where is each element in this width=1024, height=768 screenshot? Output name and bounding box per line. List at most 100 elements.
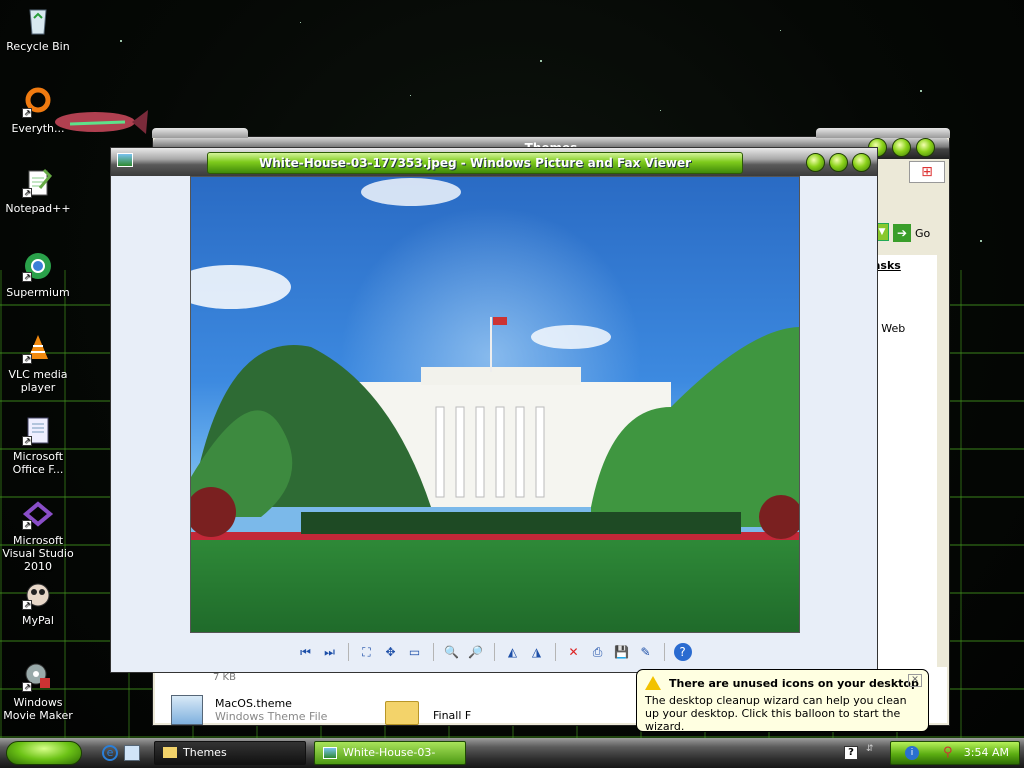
toolbar-separator xyxy=(432,643,434,661)
fish-decoration xyxy=(50,102,150,140)
rotate-counterclockwise-icon: ◮ xyxy=(531,645,542,659)
desktop-icon-label: Supermium xyxy=(6,286,70,299)
taskbar-item-label: White-House-03-177... xyxy=(343,746,436,759)
folder-icon xyxy=(385,701,419,725)
toolbar-separator xyxy=(347,643,349,661)
clock[interactable]: 3:54 AM xyxy=(964,746,1009,759)
go-button[interactable]: ➔ Go xyxy=(893,223,939,243)
viewer-title-bar[interactable]: White-House-03-177353.jpeg - Windows Pic… xyxy=(111,148,877,176)
print-icon: ⎙ xyxy=(592,644,603,659)
supermium-browser-icon: ↗ xyxy=(22,250,54,282)
taskbar: e Themes White-House-03-177... ? ⇵ i ⚲ 3… xyxy=(0,738,1024,768)
balloon-body: The desktop cleanup wizard can help you … xyxy=(645,694,907,733)
taskbar-item-themes[interactable]: Themes xyxy=(154,741,306,765)
viewer-close-button[interactable] xyxy=(852,153,871,172)
print-button[interactable]: ⎙ xyxy=(589,643,607,661)
best-fit-button[interactable]: ⛶ xyxy=(358,643,376,661)
desktop-icon-supermium[interactable]: ↗ Supermium xyxy=(2,250,74,299)
save-button[interactable]: 💾 xyxy=(613,643,631,661)
desktop-icon-label: Windows Movie Maker xyxy=(3,696,73,722)
visual-studio-icon: ↗ xyxy=(22,498,54,530)
file-name: Finall F xyxy=(433,709,472,722)
save-icon: 💾 xyxy=(614,645,629,659)
theme-file-icon xyxy=(171,695,203,725)
go-label: Go xyxy=(915,226,931,240)
folder-icon xyxy=(163,747,177,758)
recycle-bin-icon xyxy=(22,4,54,36)
actual-size-button[interactable]: ✥ xyxy=(382,643,400,661)
desktop-icon-office-file[interactable]: ↗ Microsoft Office F... xyxy=(2,414,74,476)
notepad-plus-plus-icon: ↗ xyxy=(22,166,54,198)
help-icon: ? xyxy=(679,645,686,659)
go-arrow-icon: ➔ xyxy=(893,224,911,242)
desktop-icon-label: Notepad++ xyxy=(5,202,71,215)
search-tray-icon[interactable]: ⚲ xyxy=(943,745,953,760)
balloon-close-button[interactable]: ✕ xyxy=(908,674,922,687)
rotate-counterclockwise-button[interactable]: ◮ xyxy=(528,643,546,661)
file-size-fragment: 7 KB xyxy=(213,672,236,683)
white-house-photo xyxy=(190,176,800,633)
themes-close-button[interactable] xyxy=(916,138,935,157)
desktop-icon-label: Recycle Bin xyxy=(6,40,70,53)
delete-icon: ✕ xyxy=(568,645,579,659)
viewer-minimize-button[interactable] xyxy=(806,153,825,172)
desktop-icon-vlc[interactable]: ↗ VLC media player xyxy=(2,332,74,394)
best-fit-icon: ⛶ xyxy=(362,644,371,659)
info-tray-icon[interactable]: i xyxy=(905,746,919,760)
next-image-button[interactable]: ⏭ xyxy=(321,643,339,661)
edit-icon: ✎ xyxy=(640,645,651,659)
desktop-icon-recycle-bin[interactable]: Recycle Bin xyxy=(2,4,74,53)
zoom-in-icon: 🔍 xyxy=(444,645,459,659)
desktop-icon-label: MyPal xyxy=(22,614,54,627)
slideshow-button[interactable]: ▭ xyxy=(406,643,424,661)
viewer-toolbar: ⏮ ⏭ ⛶ ✥ ▭ 🔍 🔎 ◭ ◮ ✕ ⎙ 💾 ✎? xyxy=(111,638,877,666)
themes-title-tab-right xyxy=(816,128,950,138)
rotate-clockwise-icon: ◭ xyxy=(507,645,518,659)
file-item-macos-theme[interactable]: MacOS.theme Windows Theme File xyxy=(171,695,371,727)
warning-icon xyxy=(645,676,661,690)
zoom-out-icon: 🔎 xyxy=(468,645,483,659)
edit-button[interactable]: ✎ xyxy=(637,643,655,661)
themes-maximize-button[interactable] xyxy=(892,138,911,157)
movie-maker-icon: ↗ xyxy=(22,660,54,692)
previous-icon: ⏮ xyxy=(300,644,311,659)
file-name: MacOS.theme xyxy=(215,697,292,710)
toolbar-separator xyxy=(493,643,495,661)
delete-button[interactable]: ✕ xyxy=(565,643,583,661)
themes-title-tab-left xyxy=(152,128,248,138)
vlc-cone-icon: ↗ xyxy=(22,332,54,364)
zoom-in-button[interactable]: 🔍 xyxy=(443,643,461,661)
start-button[interactable] xyxy=(6,741,82,765)
ie-quicklaunch-icon[interactable]: e xyxy=(102,745,118,761)
cleanup-balloon[interactable]: There are unused icons on your desktop T… xyxy=(636,669,929,733)
office-file-icon: ↗ xyxy=(22,414,54,446)
desktop-icon-label: Microsoft Office F... xyxy=(12,450,64,476)
viewer-maximize-button[interactable] xyxy=(829,153,848,172)
picture-viewer-window[interactable]: White-House-03-177353.jpeg - Windows Pic… xyxy=(110,147,878,673)
xp-logo-icon: ⊞ xyxy=(909,161,945,183)
desktop-icon-label: Microsoft Visual Studio 2010 xyxy=(2,534,74,573)
actual-size-icon: ✥ xyxy=(385,645,396,659)
desktop-icon-visual-studio[interactable]: ↗ Microsoft Visual Studio 2010 xyxy=(2,498,74,573)
toolbar-separator xyxy=(663,643,665,661)
help-tray-icon[interactable]: ? xyxy=(844,746,858,760)
mypal-browser-icon: ↗ xyxy=(22,578,54,610)
desktop-icon-mypal[interactable]: ↗ MyPal xyxy=(2,578,74,627)
viewer-window-title: White-House-03-177353.jpeg - Windows Pic… xyxy=(207,152,743,174)
taskbar-item-label: Themes xyxy=(183,746,227,759)
help-button[interactable]: ? xyxy=(673,643,692,661)
file-type: Windows Theme File xyxy=(215,710,328,723)
system-tray: i ⚲ 3:54 AM xyxy=(890,741,1020,765)
picture-viewer-icon xyxy=(117,153,133,167)
desktop-icon-movie-maker[interactable]: ↗ Windows Movie Maker xyxy=(2,660,74,722)
taskbar-item-picture-viewer[interactable]: White-House-03-177... xyxy=(314,741,466,765)
picture-viewer-icon xyxy=(323,747,337,759)
previous-image-button[interactable]: ⏮ xyxy=(297,643,315,661)
quicklaunch-explorer-icon[interactable] xyxy=(124,745,140,761)
balloon-title: There are unused icons on your desktop xyxy=(669,676,919,690)
zoom-out-button[interactable]: 🔎 xyxy=(467,643,485,661)
rotate-clockwise-button[interactable]: ◭ xyxy=(504,643,522,661)
tray-expand-icon[interactable]: ⇵ xyxy=(866,744,874,754)
desktop-icon-notepad-plus-plus[interactable]: ↗ Notepad++ xyxy=(2,166,74,215)
file-item-finall[interactable]: Finall F xyxy=(385,695,505,727)
